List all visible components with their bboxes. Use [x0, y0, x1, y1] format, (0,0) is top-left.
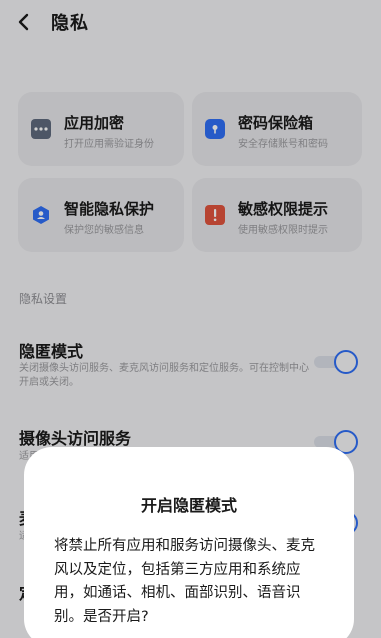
dialog-title: 开启隐匿模式 [140, 496, 237, 515]
dialog-message: 将禁止所有应用和服务访问摄像头、麦克风以及定位，包括第三方应用和系统应用，如通话… [54, 538, 315, 625]
incognito-dialog: 开启隐匿模式 将禁止所有应用和服务访问摄像头、麦克风以及定位，包括第三方应用和系… [24, 447, 354, 638]
